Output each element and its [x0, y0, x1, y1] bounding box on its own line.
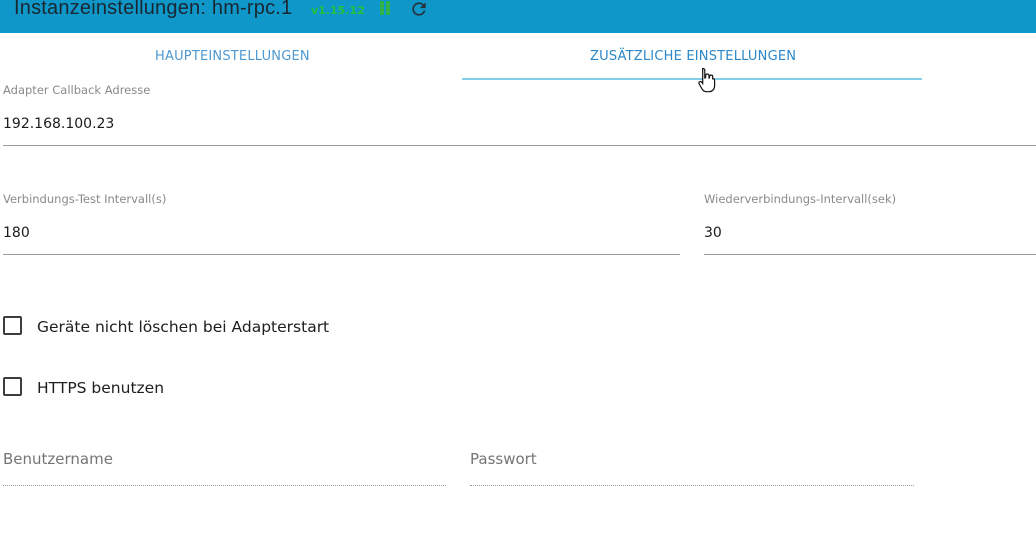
username-field[interactable] — [3, 449, 443, 469]
callback-address-input[interactable] — [3, 114, 1033, 134]
https-label[interactable]: HTTPS benutzen — [37, 379, 164, 397]
pause-icon[interactable] — [378, 1, 392, 17]
title-bar: Instanzeinstellungen: hm-rpc.1 v1.15.12 — [0, 0, 1036, 33]
callback-address-label: Adapter Callback Adresse — [3, 83, 151, 97]
test-interval-label: Verbindungs-Test Intervall(s) — [3, 192, 167, 206]
reconnect-interval-input[interactable] — [704, 223, 1034, 243]
hand-cursor-icon — [698, 67, 716, 93]
active-tab-indicator — [462, 78, 922, 80]
username-underline — [3, 485, 446, 486]
keep-devices-checkbox[interactable] — [3, 316, 22, 335]
pause-bar-left — [380, 1, 384, 15]
password-underline — [470, 485, 914, 486]
version-badge: v1.15.12 — [311, 4, 365, 17]
callback-address-underline — [3, 145, 1036, 146]
test-interval-input[interactable] — [3, 223, 678, 243]
reconnect-interval-label: Wiederverbindungs-Intervall(sek) — [704, 192, 897, 206]
tab-additional-settings[interactable]: ZUSÄTZLICHE EINSTELLUNGEN — [590, 49, 796, 64]
https-checkbox[interactable] — [3, 377, 22, 396]
test-interval-underline — [3, 254, 680, 255]
page-title: Instanzeinstellungen: hm-rpc.1 — [14, 0, 293, 19]
tab-main-settings[interactable]: HAUPTEINSTELLUNGEN — [155, 49, 310, 64]
pause-bar-right — [386, 1, 390, 15]
tab-bar: HAUPTEINSTELLUNGEN ZUSÄTZLICHE EINSTELLU… — [0, 33, 1036, 81]
password-field[interactable] — [470, 449, 910, 469]
reload-icon[interactable] — [409, 0, 429, 19]
reconnect-interval-underline — [704, 254, 1036, 255]
keep-devices-label[interactable]: Geräte nicht löschen bei Adapterstart — [37, 318, 329, 336]
